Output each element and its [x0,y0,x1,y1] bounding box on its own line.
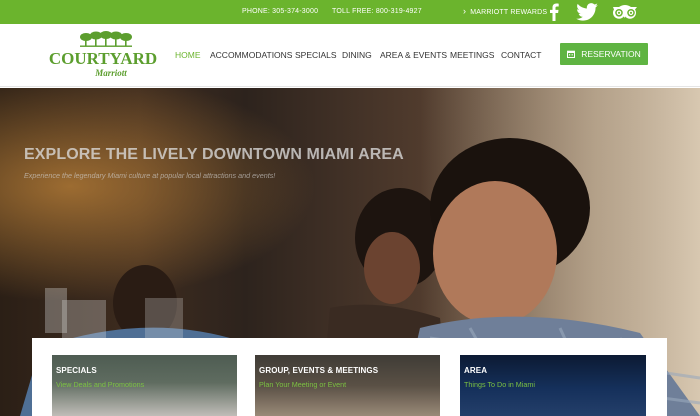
nav-area-events[interactable]: AREA & EVENTS [380,50,447,60]
promo-card-area[interactable]: AREA Things To Do in Miami [460,355,646,416]
nav-home[interactable]: HOME [175,50,201,60]
promo-card-title: GROUP, EVENTS & MEETINGS [259,366,379,375]
facebook-icon[interactable] [548,3,560,23]
hero-title: EXPLORE THE LIVELY DOWNTOWN MIAMI AREA [24,146,404,163]
reservation-button[interactable]: RESERVATION [560,43,648,65]
site-header: COURTYARD Marriott HOME ACCOMMODATIONS S… [0,24,700,87]
nav-meetings[interactable]: MEETINGS [450,50,494,60]
nav-dining[interactable]: DINING [342,50,372,60]
reservation-label: RESERVATION [581,49,641,59]
promo-card-specials[interactable]: SPECIALS View Deals and Promotions [52,355,237,416]
twitter-icon[interactable] [576,3,598,23]
top-bar: PHONE: 305-374-3000 TOLL FREE: 800-319-4… [0,0,700,24]
promo-card-title: SPECIALS [56,366,97,375]
calendar-icon [567,50,576,58]
logo-brand-text: COURTYARD [49,49,157,68]
promo-card-link[interactable]: Plan Your Meeting or Event [259,380,346,389]
promo-card-group-events[interactable]: GROUP, EVENTS & MEETINGS Plan Your Meeti… [255,355,440,416]
toll-free-number[interactable]: TOLL FREE: 800-319-4927 [332,8,422,15]
nav-specials[interactable]: SPECIALS [295,50,337,60]
promo-card-title: AREA [464,366,488,375]
logo-sub-text: Marriott [94,68,127,78]
promo-card-link[interactable]: Things To Do in Miami [464,380,535,389]
tripadvisor-icon[interactable] [612,3,638,23]
nav-accommodations[interactable]: ACCOMMODATIONS [210,50,292,60]
chevron-right-icon: › [463,6,467,16]
marriott-rewards-label: MARRIOTT REWARDS [470,9,548,16]
phone-number[interactable]: PHONE: 305-374-3000 [242,8,318,15]
nav-contact[interactable]: CONTACT [501,50,541,60]
marriott-rewards-link[interactable]: › MARRIOTT REWARDS [463,6,548,17]
hero-subtitle: Experience the legendary Miami culture a… [24,171,276,180]
promo-card-link[interactable]: View Deals and Promotions [56,380,144,389]
courtyard-marriott-logo[interactable]: COURTYARD Marriott [46,31,161,81]
